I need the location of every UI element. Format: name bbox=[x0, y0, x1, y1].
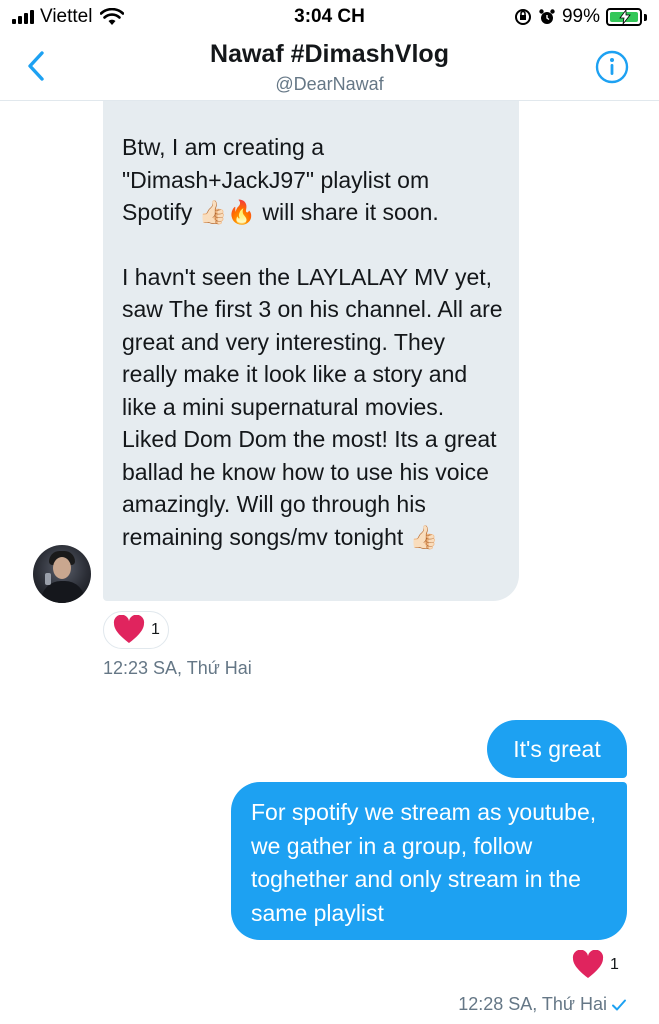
outgoing-message-bubble[interactable]: It's great bbox=[487, 720, 627, 778]
heart-reaction-badge[interactable]: 1 bbox=[103, 611, 169, 649]
message-timestamp: 12:28 SA, Thứ Hai bbox=[458, 994, 607, 1014]
outgoing-message-text: It's great bbox=[513, 735, 601, 762]
reaction-count: 1 bbox=[610, 956, 619, 973]
reaction-count: 1 bbox=[151, 621, 160, 638]
user-handle: @DearNawaf bbox=[275, 74, 384, 94]
incoming-message-paragraph: Btw, I am creating a "Dimash+JackJ97" pl… bbox=[122, 134, 439, 225]
battery-cap bbox=[644, 13, 647, 21]
info-circle-icon[interactable] bbox=[595, 50, 629, 84]
incoming-message-paragraph: I havn't seen the LAYLALAY MV yet, saw T… bbox=[122, 263, 509, 550]
message-timestamp: 12:23 SA, Thứ Hai bbox=[103, 658, 252, 678]
conversation-header: Nawaf #DimashVlog @DearNawaf bbox=[0, 34, 659, 101]
status-right: 99% bbox=[514, 6, 647, 28]
outgoing-message-bubble[interactable]: For spotify we stream as youtube, we gat… bbox=[231, 782, 627, 940]
incoming-message-bubble[interactable]: Btw, I am creating a "Dimash+JackJ97" pl… bbox=[103, 101, 519, 601]
heart-icon bbox=[572, 950, 604, 978]
battery-percent: 99% bbox=[561, 6, 600, 27]
outgoing-message-text: For spotify we stream as youtube, we gat… bbox=[251, 799, 597, 926]
battery-icon bbox=[606, 8, 642, 26]
conversation-title: Nawaf #DimashVlog bbox=[210, 40, 449, 68]
heart-reaction-badge[interactable]: 1 bbox=[572, 950, 619, 980]
charging-bolt-icon bbox=[619, 10, 631, 24]
read-check-icon bbox=[612, 999, 626, 1010]
alarm-icon bbox=[539, 9, 555, 24]
heart-icon bbox=[113, 615, 145, 643]
orientation-lock-icon bbox=[514, 9, 531, 25]
status-bar: Viettel 3:04 CH 99% bbox=[0, 0, 659, 34]
avatar[interactable] bbox=[33, 545, 91, 603]
message-timestamp-row: 12:28 SA, Thứ Hai bbox=[458, 994, 627, 1015]
